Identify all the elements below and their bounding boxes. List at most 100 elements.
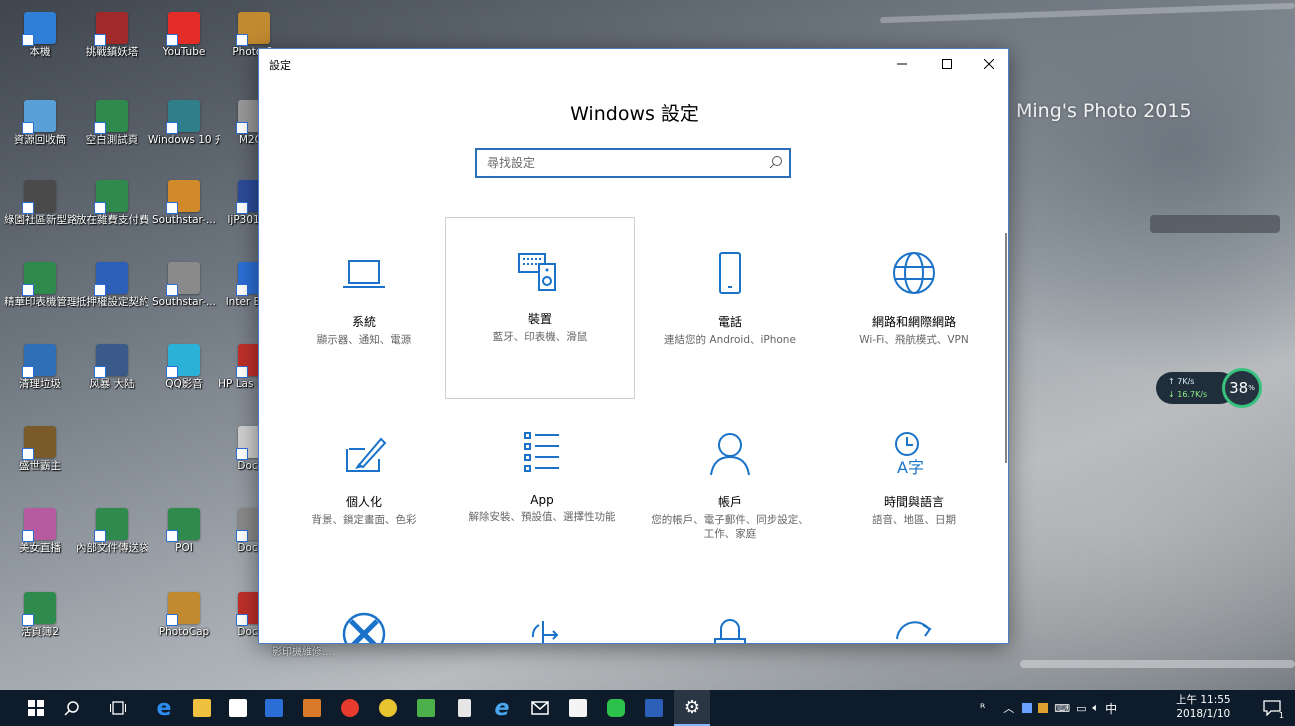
taskbar-app-game[interactable] — [294, 690, 330, 726]
taskbar-app-calligraphy[interactable] — [560, 690, 596, 726]
desktop-icon[interactable]: 清理垃圾 — [4, 344, 76, 390]
search-icon[interactable] — [769, 155, 783, 169]
tile-phone[interactable]: 電話 連結您的 Android、iPhone — [635, 221, 825, 399]
word-icon — [645, 699, 663, 717]
title-bar[interactable]: 設定 — [259, 49, 1008, 79]
desktop-icon-label: 美女直播 — [19, 542, 61, 554]
shortcut-icon — [166, 12, 200, 46]
taskbar-app-colorful[interactable] — [408, 690, 444, 726]
tile-description: 藍牙、印表機、滑鼠 — [492, 331, 588, 343]
ease-of-access-icon — [531, 621, 559, 643]
desktop-icon[interactable]: 抵押權設定契約書私... — [76, 262, 148, 308]
network-speed-widget[interactable]: ↑ 7K/s ↓ 16.7K/s 38% — [1156, 368, 1268, 408]
tile-name: 裝置 — [527, 312, 552, 326]
taskbar-app-mail[interactable] — [522, 690, 558, 726]
desktop-icon-label: POI — [175, 542, 193, 554]
desktop-icon[interactable]: 挑戰鎮妖塔 — [76, 12, 148, 58]
start-button[interactable] — [18, 690, 54, 726]
desktop-icon[interactable]: Windows 10 升級 — [148, 100, 220, 146]
desktop-icon[interactable]: 风暴 大陆 — [76, 344, 148, 390]
desktop-icon-label: 綠園社區新型路難 — [4, 214, 76, 226]
desktop-icon[interactable]: POI — [148, 508, 220, 554]
taskbar-app-ie[interactable]: e — [484, 690, 520, 726]
tile-system[interactable]: 系統 顯示器、通知、電源 — [269, 221, 459, 399]
action-center-button[interactable]: 1 — [1254, 690, 1290, 726]
desktop-icon-label: 清理垃圾 — [19, 378, 61, 390]
tile-name: 系統 — [351, 315, 376, 329]
page-title: Windows 設定 — [570, 103, 699, 125]
close-icon — [984, 59, 994, 69]
desktop-icon[interactable]: PhotoCap — [148, 592, 220, 638]
desktop-icon[interactable]: QQ影音 — [148, 344, 220, 390]
taskbar-app-notepad[interactable] — [446, 690, 482, 726]
tile-name: 電話 — [717, 315, 742, 329]
chevron-up-icon[interactable]: ︿ — [1003, 700, 1014, 716]
desktop-icon[interactable]: Southstar-... — [148, 180, 220, 226]
volume-icon[interactable]: 🔈︎ — [1093, 701, 1100, 715]
taskbar-app-weibo[interactable] — [332, 690, 368, 726]
desktop-icon-label: Southstar-... — [152, 296, 216, 308]
desktop-icon-label: 空白測試頁 — [85, 134, 139, 146]
tile-time-language[interactable]: A字 時間與語言 語音、地區、日期 — [819, 401, 1008, 579]
shortcut-icon — [22, 426, 56, 460]
input-method-indicator[interactable]: 中 — [1105, 700, 1117, 717]
taskbar-app-chrome[interactable] — [370, 690, 406, 726]
desktop-icon[interactable]: 放在雜費支付費的金... — [76, 180, 148, 226]
taskbar-app-store[interactable] — [220, 690, 256, 726]
tray-app-icon[interactable] — [1022, 703, 1033, 713]
close-button[interactable] — [966, 49, 1008, 79]
desktop-icon[interactable]: 本機 — [4, 12, 76, 58]
minimize-button[interactable] — [879, 49, 925, 79]
desktop-icon[interactable]: Southstar-... — [148, 262, 220, 308]
scrollbar[interactable] — [1005, 233, 1007, 463]
tray-app-icon[interactable] — [1038, 703, 1049, 713]
colorful-app-icon — [417, 699, 435, 717]
tile-update-security[interactable] — [819, 581, 1008, 643]
search-box[interactable] — [475, 148, 791, 178]
minimize-icon — [897, 63, 907, 65]
desktop-icon-label: 內部文件傳送袋 — [76, 542, 148, 554]
keyboard-icon[interactable]: ⌨ — [1054, 702, 1070, 715]
desktop-icon[interactable]: 綠園社區新型路難 — [4, 180, 76, 226]
network-icon[interactable]: ▭ — [1076, 702, 1086, 715]
tile-ease-of-access[interactable] — [447, 581, 637, 643]
shortcut-icon — [22, 262, 56, 296]
upload-speed: ↑ 7K/s — [1168, 377, 1195, 386]
desktop-icon[interactable]: YouTube — [148, 12, 220, 58]
taskbar-app-edge[interactable]: e — [146, 690, 182, 726]
tile-description: Wi-Fi、飛航模式、VPN — [859, 334, 969, 346]
tile-accounts[interactable]: 帳戶 您的帳戶、電子郵件、同步設定、工作、家庭 — [635, 401, 825, 579]
shortcut-icon — [94, 344, 128, 378]
desktop-icon-label: 抵押權設定契約書私... — [76, 296, 148, 308]
tile-personalization[interactable]: 個人化 背景、鎖定畫面、色彩 — [269, 401, 459, 579]
desktop-icon[interactable]: 盛世霸主 — [4, 426, 76, 472]
taskbar-app-media[interactable] — [256, 690, 292, 726]
desktop-icon-label: Windows 10 升級 — [148, 134, 220, 146]
clock[interactable]: 上午 11:55 2018/1/10 — [1176, 693, 1231, 721]
desktop-icon[interactable]: 空白測試頁 — [76, 100, 148, 146]
taskbar-app-line[interactable] — [598, 690, 634, 726]
search-input[interactable] — [477, 150, 757, 176]
taskbar-app-word[interactable] — [636, 690, 672, 726]
desktop-icon[interactable]: 資源回收筒 — [4, 100, 76, 146]
desktop-icon[interactable]: 活頁簿2 — [4, 592, 76, 638]
desktop-icon-label: 放在雜費支付費的金... — [76, 214, 148, 226]
desktop-icon[interactable]: 美女直播 — [4, 508, 76, 554]
shortcut-icon — [94, 100, 128, 134]
taskbar-app-file-explorer[interactable] — [184, 690, 220, 726]
desktop-icon[interactable]: 精華印表機管理1 - 捷徑 — [4, 262, 76, 308]
taskbar-app-settings[interactable]: ⚙ — [674, 690, 710, 726]
people-icon[interactable]: ᴿ — [980, 701, 985, 715]
tile-apps[interactable]: App 解除安裝、預設值、選擇性功能 — [447, 401, 637, 579]
desktop-icon[interactable]: 內部文件傳送袋 — [76, 508, 148, 554]
wallpaper-watermark: Ming's Photo 2015 — [1016, 100, 1192, 122]
tile-privacy[interactable] — [635, 581, 825, 643]
maximize-button[interactable] — [924, 49, 970, 79]
tile-network[interactable]: 網路和網際網路 Wi-Fi、飛航模式、VPN — [819, 221, 1008, 399]
task-view-button[interactable] — [100, 690, 136, 726]
tile-devices[interactable]: 裝置 藍牙、印表機、滑鼠 — [445, 217, 635, 399]
personalization-icon — [346, 437, 387, 472]
search-button[interactable] — [54, 690, 90, 726]
desktop-icon-label: YouTube — [162, 46, 206, 58]
tile-gaming[interactable] — [269, 581, 459, 643]
